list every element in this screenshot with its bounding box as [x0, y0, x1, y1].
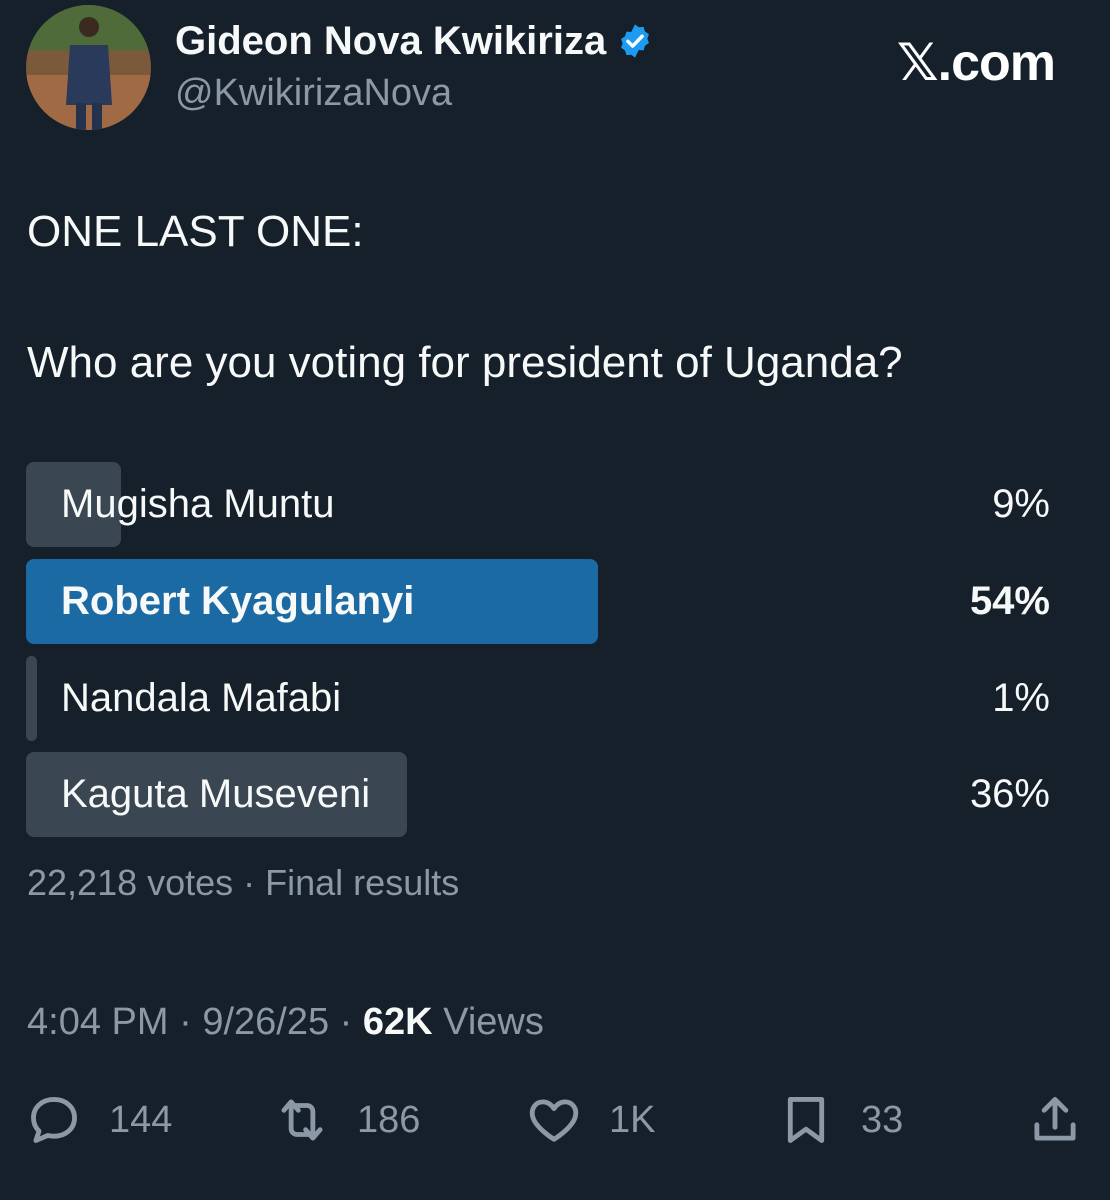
reply-icon — [31, 1097, 77, 1143]
poll-option-percent: 54% — [969, 579, 1050, 623]
tweet-date[interactable]: 9/26/25 — [202, 1001, 329, 1043]
poll-summary: 22,218 votes · Final results — [27, 862, 460, 903]
bookmark-count: 33 — [861, 1098, 904, 1141]
like-button[interactable]: 1K — [525, 1085, 655, 1155]
poll-option-percent: 1% — [992, 676, 1050, 720]
reply-count: 144 — [109, 1098, 173, 1141]
meta-separator: · — [179, 1001, 203, 1043]
like-count: 1K — [609, 1098, 656, 1141]
poll-option-percent: 36% — [969, 772, 1050, 816]
poll-option-2: Robert Kyagulanyi 54% — [26, 559, 1050, 644]
poll-option-label: Mugisha Muntu — [61, 482, 335, 526]
bookmark-button[interactable]: 33 — [777, 1085, 903, 1155]
x-com-watermark: 𝕏.com — [896, 34, 1056, 92]
user-photo-icon — [26, 5, 151, 130]
poll-option-3: Nandala Mafabi 1% — [26, 656, 1050, 741]
tweet-text-line-2: Who are you voting for president of Ugan… — [27, 338, 903, 387]
views-label: Views — [443, 1001, 544, 1043]
repost-icon — [281, 1099, 323, 1141]
repost-button[interactable]: 186 — [273, 1085, 420, 1155]
reply-button[interactable]: 144 — [25, 1085, 172, 1155]
poll-option-percent: 9% — [992, 482, 1050, 526]
verified-badge-icon — [621, 24, 650, 58]
poll-option-label: Robert Kyagulanyi — [61, 579, 415, 623]
poll-option-4: Kaguta Museveni 36% — [26, 752, 1050, 837]
poll-option-label: Nandala Mafabi — [61, 676, 342, 720]
author-display-name[interactable]: Gideon Nova Kwikiriza — [175, 16, 654, 66]
author-avatar[interactable] — [26, 5, 151, 130]
tweet-time[interactable]: 4:04 PM — [27, 1001, 169, 1043]
poll-option-label: Kaguta Museveni — [61, 772, 371, 816]
tweet-text-line-1: ONE LAST ONE: — [27, 207, 364, 256]
views-count: 62K — [362, 1001, 433, 1043]
action-bar: 144 186 1K 33 — [0, 1085, 1110, 1155]
poll-option-1: Mugisha Muntu 9% — [26, 462, 1050, 547]
display-name-text: Gideon Nova Kwikiriza — [175, 19, 607, 63]
author-handle[interactable]: @KwikirizaNova — [175, 70, 452, 116]
tweet-meta: 4:04 PM · 9/26/25 · 62K Views — [27, 998, 544, 1046]
heart-icon — [529, 1099, 579, 1142]
share-button[interactable] — [1026, 1085, 1084, 1155]
bookmark-icon — [787, 1097, 825, 1143]
repost-count: 186 — [357, 1098, 421, 1141]
share-icon — [1034, 1097, 1076, 1141]
meta-separator: · — [339, 1001, 363, 1043]
poll-result-bar — [26, 656, 37, 741]
